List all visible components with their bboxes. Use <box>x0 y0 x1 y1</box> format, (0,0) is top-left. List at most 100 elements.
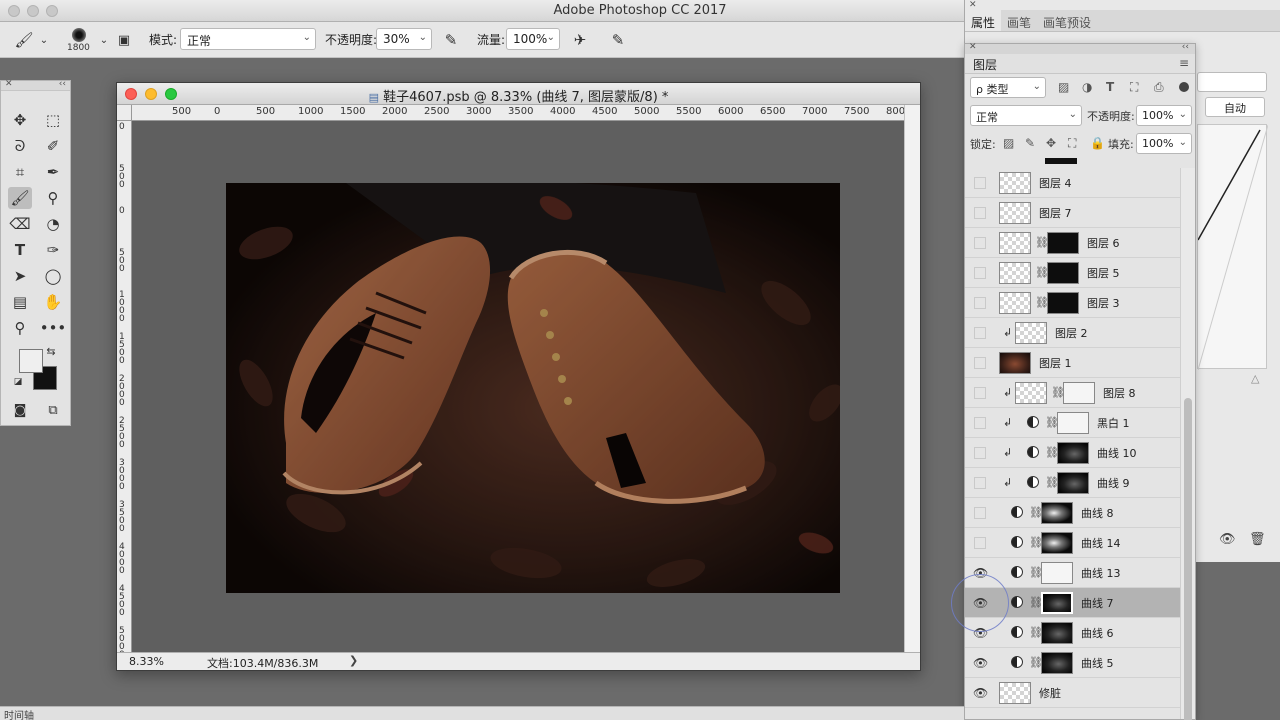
boots-photo[interactable] <box>226 183 840 593</box>
vertical-ruler[interactable]: 0 5 0 0 0 5 0 0 1 0 0 0 1 5 0 0 2 0 0 0 2 5 0 0… <box>117 121 132 652</box>
stamp-tool-icon[interactable]: ⚲ <box>41 187 65 209</box>
layers-panel-topbar[interactable]: ✕ ‹‹ <box>965 42 1195 54</box>
layer-mask-thumbnail[interactable] <box>1041 532 1073 554</box>
layer-row[interactable]: ⛓ 曲线 8 <box>965 498 1181 528</box>
visibility-toggle[interactable] <box>974 357 986 369</box>
filter-adjustment-icon[interactable]: ◑ <box>1082 80 1092 94</box>
layer-name[interactable]: 图层 7 <box>1039 205 1072 221</box>
brush-tool-icon[interactable]: 🖌 <box>14 30 34 50</box>
layer-mask-thumbnail[interactable] <box>1041 652 1073 674</box>
foreground-color-swatch[interactable] <box>19 349 43 373</box>
crop-tool-icon[interactable]: ⌗ <box>8 161 32 183</box>
visibility-toggle[interactable] <box>974 327 986 339</box>
layer-name[interactable]: 曲线 6 <box>1081 625 1114 641</box>
visibility-toggle[interactable] <box>974 417 986 429</box>
layer-name[interactable]: 图层 3 <box>1087 295 1120 311</box>
dodge-tool-icon[interactable]: ◔ <box>41 213 65 235</box>
document-vertical-scrollbar[interactable] <box>904 105 920 652</box>
layers-panel-title[interactable]: 图层 <box>973 56 997 73</box>
timeline-bar[interactable]: 时间轴 <box>0 706 964 720</box>
brush-tool-icon[interactable]: 🖌 <box>8 187 32 209</box>
visibility-toggle[interactable] <box>974 477 986 489</box>
eye-icon[interactable]: 👁 <box>973 656 988 670</box>
hand-tool-icon[interactable]: ✋ <box>41 291 65 313</box>
layer-row[interactable]: ↲ 图层 2 <box>965 318 1181 348</box>
tab-2[interactable]: 画笔预设 <box>1037 10 1097 31</box>
curves-graph[interactable] <box>1197 124 1269 371</box>
ruler-origin[interactable] <box>117 105 132 121</box>
layer-name[interactable]: 曲线 14 <box>1081 535 1121 551</box>
layer-row[interactable]: ⛓ 图层 3 <box>965 288 1181 318</box>
visibility-toggle[interactable] <box>974 207 986 219</box>
filter-smart-object-icon[interactable]: ⎙ <box>1154 80 1164 95</box>
layer-name[interactable]: 黑白 1 <box>1097 415 1130 431</box>
layers-scrollbar-thumb[interactable] <box>1184 398 1192 720</box>
layer-thumbnail[interactable] <box>999 262 1031 284</box>
zoom-level-field[interactable]: 8.33% <box>129 655 164 668</box>
layer-name[interactable]: 图层 4 <box>1039 175 1072 191</box>
horizontal-ruler[interactable]: 500 0 500 1000 1500 2000 2500 3000 3500 4000 4500 5… <box>132 105 904 121</box>
filter-shape-icon[interactable]: ⛶ <box>1130 80 1138 95</box>
panel-menu-icon[interactable]: ≡ <box>1179 56 1189 70</box>
default-colors-icon[interactable]: ◪ <box>11 375 25 389</box>
layer-name[interactable]: 图层 6 <box>1087 235 1120 251</box>
layer-name[interactable]: 图层 5 <box>1087 265 1120 281</box>
layer-thumbnail[interactable] <box>1015 382 1047 404</box>
layer-thumbnail[interactable] <box>999 172 1031 194</box>
layers-scrollbar[interactable] <box>1180 168 1195 720</box>
layer-name[interactable]: 曲线 13 <box>1081 565 1121 581</box>
status-menu-arrow-icon[interactable]: ❯ <box>349 654 358 667</box>
layer-row[interactable]: ↲ ⛓ 曲线 9 <box>965 468 1181 498</box>
layer-name[interactable]: 图层 1 <box>1039 355 1072 371</box>
brush-panel-toggle-icon[interactable]: ▣ <box>114 30 134 50</box>
marquee-tool-icon[interactable]: ⬚ <box>41 109 65 131</box>
collapse-icon[interactable]: ‹‹ <box>59 79 66 89</box>
visibility-toggle[interactable] <box>974 387 986 399</box>
eyedropper-tool-icon[interactable]: ✒ <box>41 161 65 183</box>
eraser-tool-icon[interactable]: ⌫ <box>8 213 32 235</box>
layer-name[interactable]: 曲线 7 <box>1081 595 1114 611</box>
layer-mask-thumbnail[interactable] <box>1057 412 1089 434</box>
visibility-toggle[interactable] <box>974 177 986 189</box>
screen-mode-icon[interactable]: ⧉ <box>41 399 65 421</box>
layer-thumbnail[interactable] <box>1015 322 1047 344</box>
layer-mask-thumbnail[interactable] <box>1041 502 1073 524</box>
delete-adjustment-icon[interactable]: 🗑 <box>1249 532 1266 547</box>
visibility-toggle[interactable] <box>974 237 986 249</box>
tab-0[interactable]: 属性 <box>965 10 1002 31</box>
close-icon[interactable]: ✕ <box>969 0 977 10</box>
visibility-toggle-icon[interactable]: 👁 <box>1219 532 1236 547</box>
layer-row[interactable]: ⛓ 图层 5 <box>965 258 1181 288</box>
lasso-tool-icon[interactable]: ᘐ <box>8 135 32 157</box>
layer-mask-thumbnail[interactable] <box>1063 382 1095 404</box>
layer-row[interactable]: 图层 7 <box>965 198 1181 228</box>
mode-select[interactable]: 正常 ⌄ <box>180 28 316 50</box>
healing-tool-icon[interactable]: ▤ <box>8 291 32 313</box>
layer-name[interactable]: 曲线 9 <box>1097 475 1130 491</box>
filter-type-icon[interactable]: T <box>1106 80 1114 94</box>
white-point-slider-icon[interactable]: △ <box>1251 372 1259 385</box>
visibility-toggle[interactable] <box>974 267 986 279</box>
collapse-icon[interactable]: ‹‹ <box>1182 42 1189 52</box>
type-tool-icon[interactable]: T <box>8 239 32 261</box>
fill-input[interactable]: 100% ⌄ <box>1136 133 1192 154</box>
lock-artboard-icon[interactable]: ⛶ <box>1068 136 1076 151</box>
move-tool-icon[interactable]: ✥ <box>8 109 32 131</box>
layer-row[interactable]: ⛓ 曲线 14 <box>965 528 1181 558</box>
layer-mask-thumbnail[interactable] <box>1041 562 1073 584</box>
more-tools-icon[interactable]: ••• <box>40 317 67 339</box>
brush-picker-arrow-icon[interactable]: ⌄ <box>94 30 114 50</box>
layer-thumbnail[interactable] <box>999 352 1031 374</box>
lock-image-icon[interactable]: ✎ <box>1025 136 1035 150</box>
close-icon[interactable]: ✕ <box>5 79 13 89</box>
layer-mask-thumbnail[interactable] <box>1047 262 1079 284</box>
visibility-toggle[interactable] <box>974 537 986 549</box>
layer-row[interactable]: 👁 ⛓ 曲线 5 <box>965 648 1181 678</box>
brush-preset-picker[interactable] <box>66 25 92 45</box>
pressure-size-icon[interactable]: ✎ <box>608 30 628 50</box>
opacity-input[interactable]: 30% ⌄ <box>376 28 432 50</box>
preset-select[interactable] <box>1197 72 1267 92</box>
canvas-area[interactable] <box>132 121 904 652</box>
swap-colors-icon[interactable]: ⇆ <box>43 343 59 359</box>
layer-name[interactable]: 曲线 5 <box>1081 655 1114 671</box>
